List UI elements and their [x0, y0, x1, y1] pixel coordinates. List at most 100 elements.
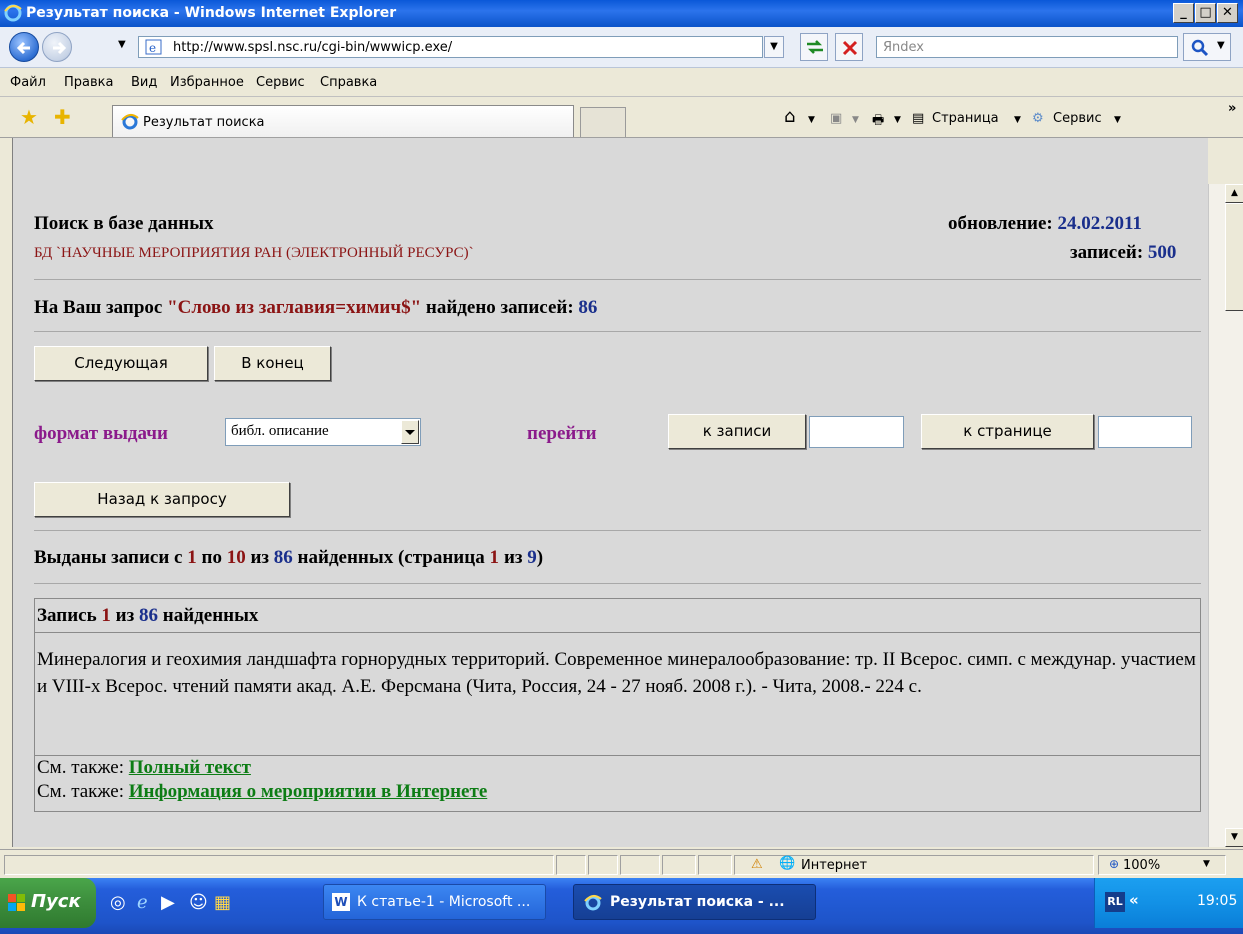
- system-tray: RL « 19:05: [1094, 878, 1243, 928]
- update-label: обновление:: [948, 213, 1053, 234]
- see-also-row: См. также: Информация о мероприятии в Ин…: [35, 780, 1200, 804]
- vertical-scrollbar[interactable]: ▲ ▼: [1208, 184, 1243, 847]
- home-dropdown-icon[interactable]: ▼: [808, 115, 815, 125]
- address-field[interactable]: e http://www.spsl.nsc.ru/cgi-bin/wwwicp.…: [138, 36, 763, 58]
- results-found: найденных (страница: [297, 547, 485, 568]
- record-num: 1: [101, 605, 111, 626]
- feeds-dropdown-icon[interactable]: ▼: [852, 115, 859, 125]
- history-dropdown-icon[interactable]: ▼: [118, 39, 126, 50]
- search-icon: [1191, 39, 1209, 57]
- title-bar: Результат поиска - Windows Internet Expl…: [0, 0, 1243, 27]
- ie-taskbar-icon: [584, 895, 602, 911]
- menu-help[interactable]: Справка: [320, 75, 377, 90]
- status-cell: [620, 855, 660, 875]
- print-icon[interactable]: 🖶: [872, 111, 884, 133]
- add-favorites-icon[interactable]: ✚: [54, 105, 71, 129]
- record-head-prefix: Запись: [37, 605, 97, 626]
- status-cell: [662, 855, 696, 875]
- query-found-label: найдено записей:: [425, 297, 574, 318]
- page-icon: e: [145, 39, 162, 55]
- search-button[interactable]: ▼: [1183, 33, 1231, 61]
- address-url: http://www.spsl.nsc.ru/cgi-bin/wwwicp.ex…: [173, 40, 453, 55]
- to-page-button[interactable]: к странице: [921, 414, 1094, 449]
- scroll-up-icon[interactable]: ▲: [1225, 184, 1243, 203]
- query-text: "Слово из заглавия=химич$": [167, 297, 422, 318]
- record-header: Запись 1 из 86 найденных: [35, 599, 1200, 633]
- new-tab-button[interactable]: [580, 107, 626, 137]
- start-button[interactable]: Пуск: [0, 878, 96, 928]
- windows-logo-icon: [8, 894, 25, 911]
- format-select[interactable]: библ. описание: [225, 418, 421, 446]
- menu-edit[interactable]: Правка: [64, 75, 113, 90]
- quicklaunch-browser-icon[interactable]: ℯ: [137, 892, 148, 913]
- next-button[interactable]: Следующая: [34, 346, 208, 381]
- status-cell: [698, 855, 732, 875]
- security-warning-icon[interactable]: ⚠: [751, 857, 763, 872]
- favorites-star-icon[interactable]: ★: [20, 105, 38, 129]
- menu-tools[interactable]: Сервис: [256, 75, 305, 90]
- menu-favorites[interactable]: Избранное: [170, 75, 244, 90]
- divider: [34, 583, 1201, 584]
- refresh-button[interactable]: [800, 33, 828, 61]
- back-button[interactable]: [9, 32, 39, 62]
- quicklaunch-media-icon[interactable]: ▶: [161, 892, 175, 913]
- to-record-button[interactable]: к записи: [668, 414, 806, 449]
- query-prefix: На Ваш запрос: [34, 297, 163, 318]
- feeds-icon[interactable]: ▣: [830, 111, 842, 126]
- record-number-input[interactable]: [809, 416, 904, 448]
- address-dropdown[interactable]: ▼: [764, 36, 784, 58]
- address-row: ▼ e http://www.spsl.nsc.ru/cgi-bin/wwwic…: [0, 27, 1243, 68]
- tools-menu[interactable]: Сервис: [1053, 111, 1102, 126]
- quicklaunch-desktop-icon[interactable]: ▦: [214, 892, 231, 913]
- page-menu[interactable]: Страница: [932, 111, 999, 126]
- results-of: из: [250, 547, 270, 568]
- taskbar-item-label: Результат поиска - ...: [610, 894, 785, 910]
- status-cell: [556, 855, 586, 875]
- tray-expand-icon[interactable]: «: [1129, 891, 1139, 909]
- back-arrow-icon: [16, 41, 30, 55]
- print-dropdown-icon[interactable]: ▼: [894, 115, 901, 125]
- minimize-button[interactable]: _: [1173, 3, 1194, 23]
- records-info: записей: 500: [1070, 242, 1176, 264]
- ie-tab-icon: [121, 114, 139, 130]
- menu-view[interactable]: Вид: [131, 75, 157, 90]
- language-indicator[interactable]: RL: [1105, 892, 1125, 912]
- menu-file[interactable]: Файл: [10, 75, 46, 90]
- results-summary: Выданы записи с 1 по 10 из 86 найденных …: [34, 547, 543, 569]
- back-to-query-button[interactable]: Назад к запросу: [34, 482, 290, 517]
- taskbar-item-word[interactable]: W К статье-1 - Microsoft ...: [323, 884, 546, 920]
- results-pages: 9: [527, 547, 537, 568]
- taskbar-item-ie[interactable]: Результат поиска - ...: [573, 884, 816, 920]
- taskbar-item-label: К статье-1 - Microsoft ...: [357, 894, 531, 910]
- maximize-button[interactable]: □: [1195, 3, 1216, 23]
- forward-button[interactable]: [42, 32, 72, 62]
- end-button[interactable]: В конец: [214, 346, 331, 381]
- zoom-cell[interactable]: ⊕ 100% ▼: [1098, 855, 1226, 875]
- start-label: Пуск: [31, 891, 81, 912]
- db-name: БД `НАУЧНЫЕ МЕРОПРИЯТИЯ РАН (ЭЛЕКТРОННЫЙ…: [34, 245, 474, 261]
- tools-gear-icon: ⚙: [1032, 111, 1044, 126]
- record-description: Минералогия и геохимия ландшафта горнору…: [37, 649, 1196, 697]
- event-info-link[interactable]: Информация о мероприятии в Интернете: [129, 781, 488, 802]
- tools-dropdown-icon[interactable]: ▼: [1114, 115, 1121, 125]
- quicklaunch-ie-icon[interactable]: ◎: [110, 892, 126, 913]
- zoom-dropdown-icon[interactable]: ▼: [1203, 859, 1210, 869]
- tab-search-result[interactable]: Результат поиска: [112, 105, 574, 137]
- format-select-value: библ. описание: [231, 423, 329, 439]
- page-dropdown-icon[interactable]: ▼: [1014, 115, 1021, 125]
- search-input[interactable]: Яndex: [876, 36, 1178, 58]
- stop-button[interactable]: [835, 33, 863, 61]
- home-icon[interactable]: ⌂: [784, 106, 795, 127]
- record-card: Запись 1 из 86 найденных Минералогия и г…: [34, 598, 1201, 812]
- page-number-input[interactable]: [1098, 416, 1192, 448]
- chevron-more-icon[interactable]: »: [1228, 101, 1236, 116]
- close-button[interactable]: ✕: [1217, 3, 1238, 23]
- chevron-down-icon[interactable]: [401, 420, 419, 444]
- quicklaunch-messenger-icon[interactable]: ☺: [189, 892, 208, 913]
- page-content: Поиск в базе данных БД `НАУЧНЫЕ МЕРОПРИЯ…: [12, 138, 1208, 847]
- scroll-thumb[interactable]: [1225, 203, 1243, 311]
- scroll-down-icon[interactable]: ▼: [1225, 828, 1243, 847]
- record-of: из: [115, 605, 135, 626]
- results-of2: из: [503, 547, 523, 568]
- full-text-link[interactable]: Полный текст: [129, 757, 251, 778]
